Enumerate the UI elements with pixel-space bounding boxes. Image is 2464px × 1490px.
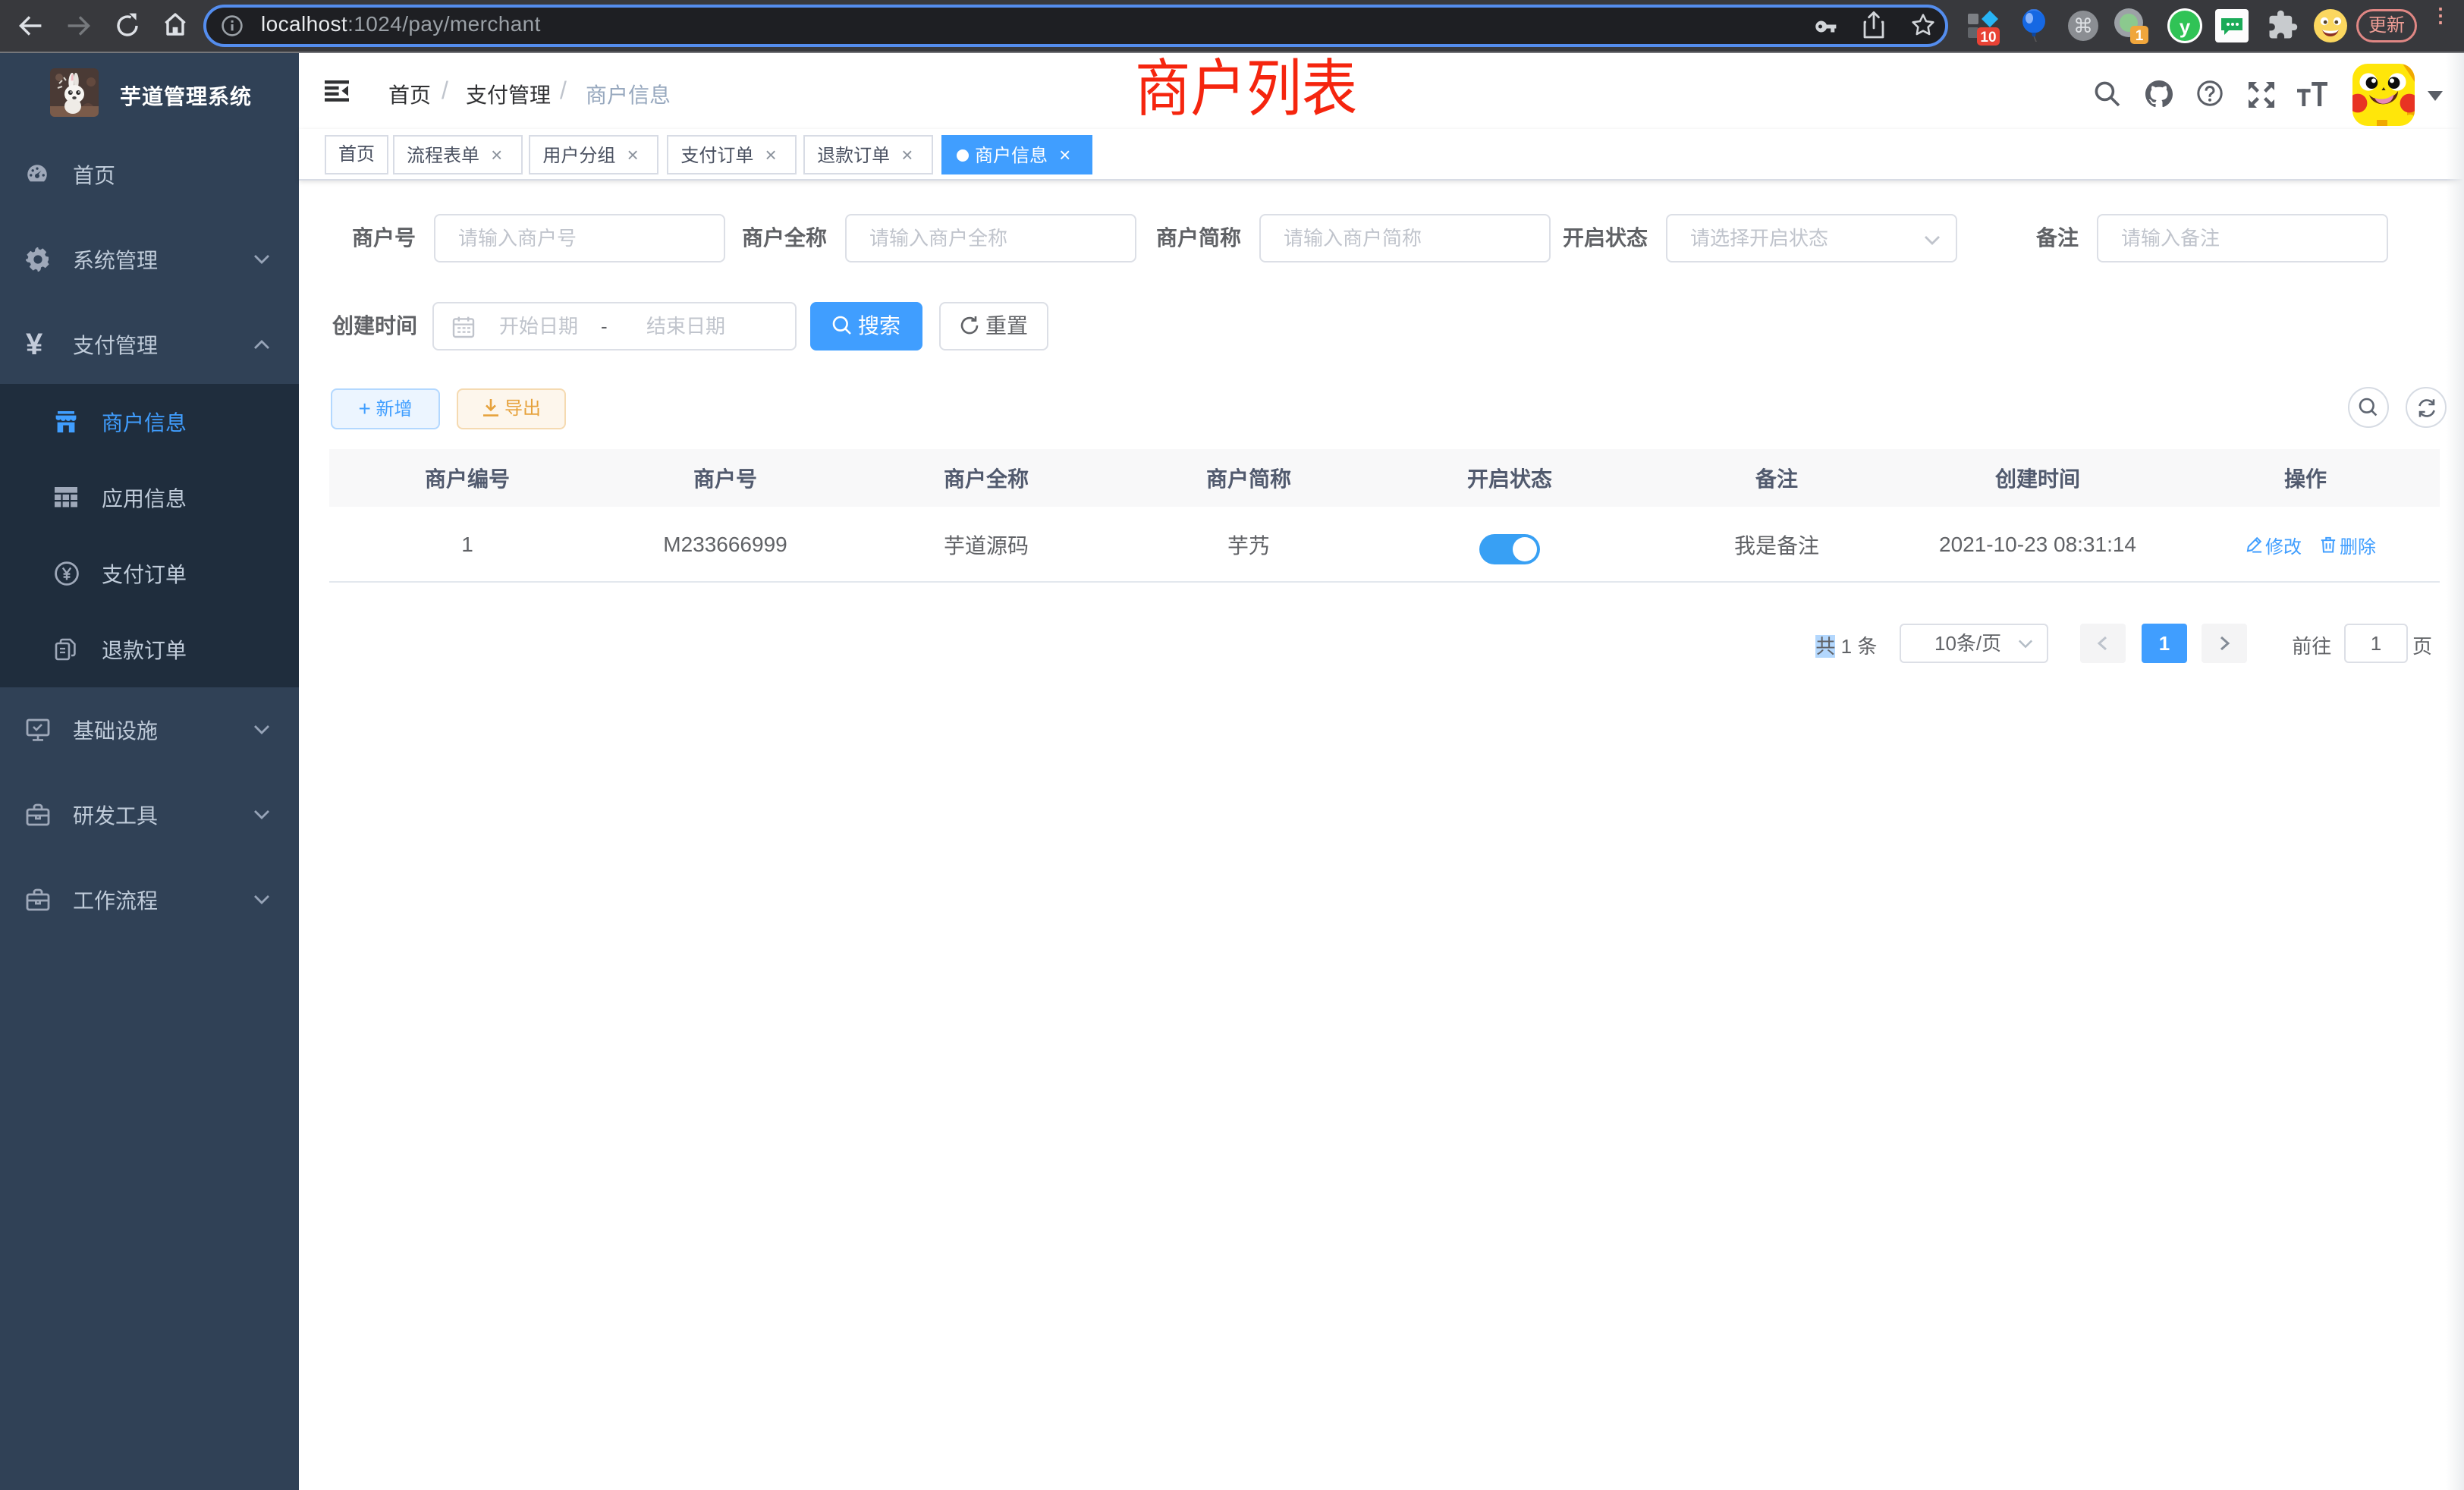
svg-text:10: 10: [1980, 30, 1996, 46]
svg-text:y: y: [2180, 15, 2191, 38]
svg-text:1: 1: [2136, 28, 2144, 44]
svg-text:⌘: ⌘: [2073, 14, 2093, 37]
